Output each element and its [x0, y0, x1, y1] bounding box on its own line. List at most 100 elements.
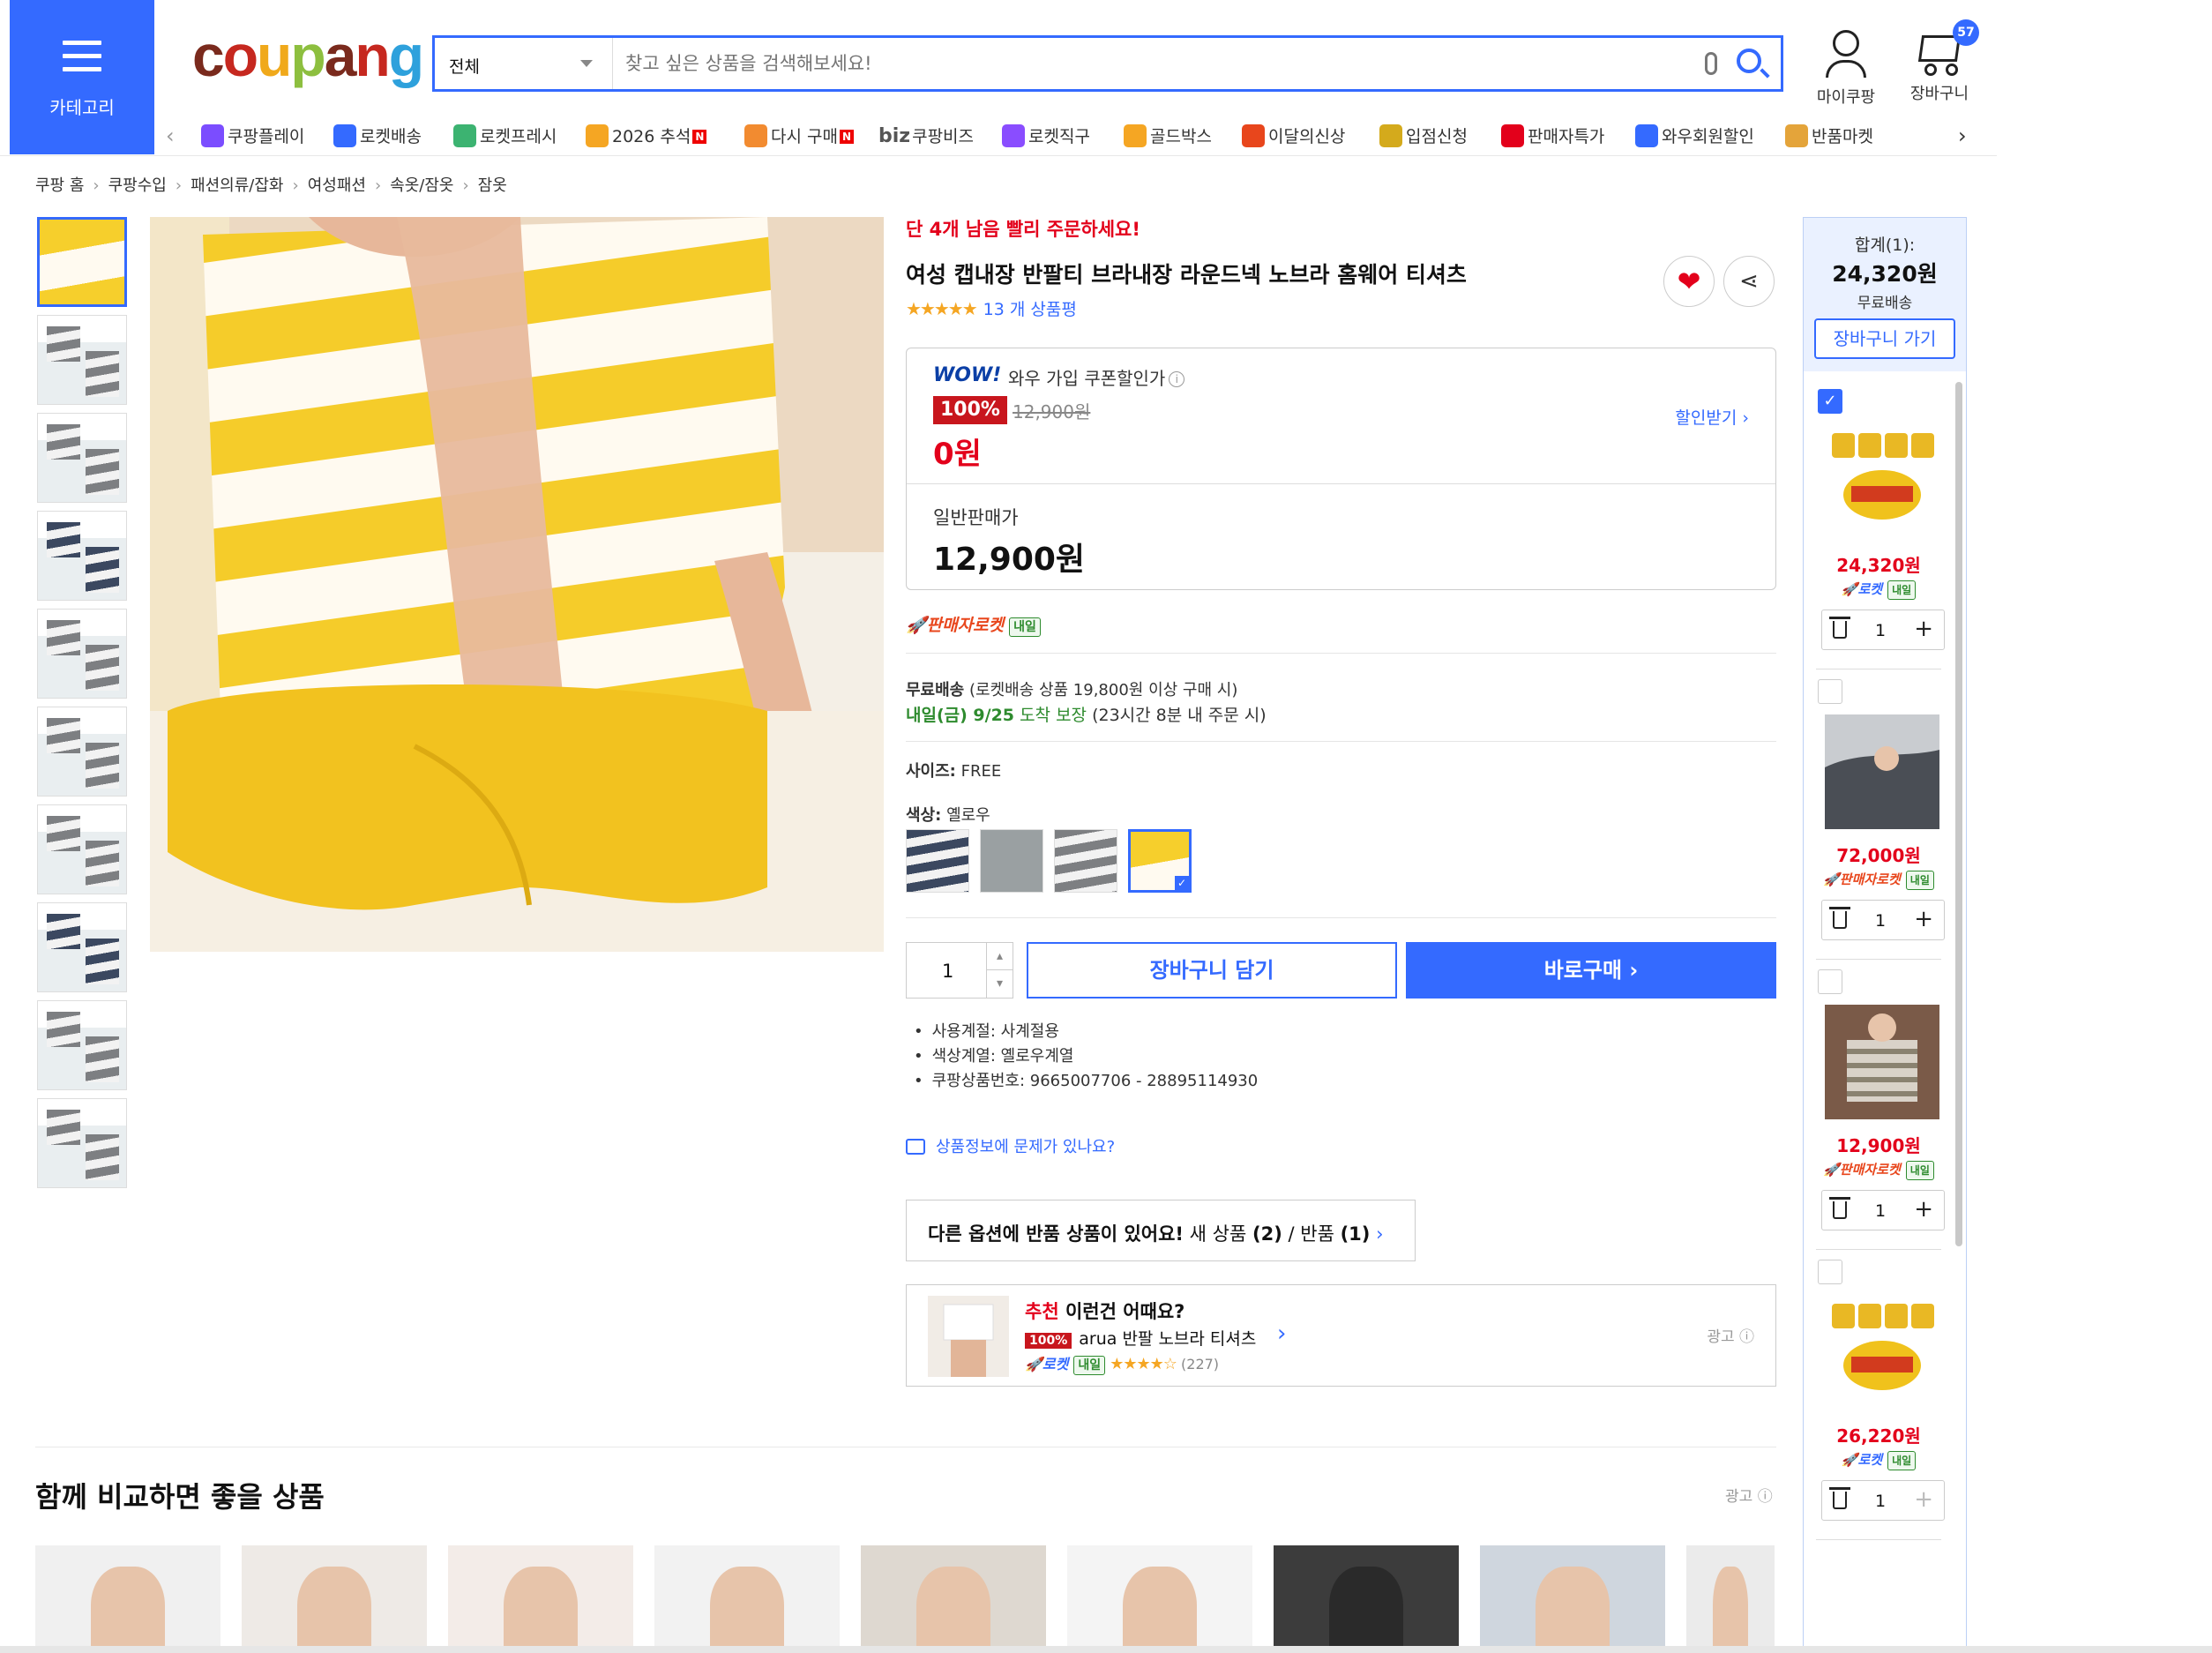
search-icon[interactable] — [1737, 49, 1761, 73]
plus-icon[interactable]: + — [1914, 616, 1933, 642]
compare-product-image[interactable] — [242, 1545, 427, 1653]
cart-item-image[interactable] — [1825, 1005, 1939, 1119]
color-swatch[interactable] — [906, 829, 969, 893]
my-coupang-button[interactable]: 마이쿠팡 — [1812, 30, 1880, 109]
item-checkbox[interactable] — [1818, 679, 1842, 704]
breadcrumb-item[interactable]: 잠옷 — [478, 176, 507, 195]
trash-icon[interactable] — [1829, 617, 1850, 639]
thumbnail[interactable] — [37, 609, 127, 699]
chevron-right-icon[interactable]: › — [1277, 1320, 1286, 1347]
item-checkbox[interactable] — [1818, 1260, 1842, 1284]
nav-item[interactable]: 골드박스 — [1124, 123, 1212, 147]
compare-product-image[interactable] — [861, 1545, 1046, 1653]
compare-product-image[interactable] — [654, 1545, 840, 1653]
cart-quantity-stepper[interactable]: 1 + — [1821, 1190, 1945, 1230]
thumbnail[interactable] — [37, 413, 127, 503]
thumbnail[interactable] — [37, 1098, 127, 1188]
report-issue-link[interactable]: 상품정보에 문제가 있나요? — [906, 1134, 1115, 1157]
other-option-return-link[interactable]: 다른 옵션에 반품 상품이 있어요! 새 상품 (2) / 반품 (1) › — [906, 1200, 1416, 1261]
cart-quantity-stepper[interactable]: 1 + — [1821, 1480, 1945, 1521]
nav-item[interactable]: 로켓배송 — [333, 123, 422, 147]
info-icon[interactable]: i — [1169, 371, 1185, 387]
search-input[interactable] — [625, 49, 1684, 79]
plus-icon[interactable]: + — [1914, 906, 1933, 932]
nav-item[interactable]: 다시 구매 N — [744, 123, 854, 147]
breadcrumb-item[interactable]: 여성패션 — [308, 176, 366, 195]
cart-quantity-stepper[interactable]: 1 + — [1821, 610, 1945, 650]
cart-item-image[interactable] — [1825, 1295, 1939, 1410]
nav-item[interactable]: 로켓프레시 — [453, 123, 557, 147]
trash-icon[interactable] — [1829, 1197, 1850, 1219]
cart-item-price: 72,000원 — [1836, 845, 1921, 866]
scrollbar[interactable] — [1955, 382, 1962, 1246]
chevron-up-icon[interactable]: ▴ — [986, 943, 1013, 970]
compare-product-image[interactable] — [1686, 1545, 1775, 1653]
plus-icon[interactable]: + — [1914, 1196, 1933, 1223]
compare-product-image[interactable] — [35, 1545, 220, 1653]
compare-section-title: 함께 비교하면 좋을 상품 — [35, 1480, 325, 1514]
rocket-badge: 🚀로켓 내일 — [1804, 1450, 1954, 1470]
item-checkbox[interactable] — [1818, 969, 1842, 994]
recommend-box[interactable]: 추천 이런건 어때요? 100% arua 반팔 노브라 티셔츠 › 🚀로켓 내일 … — [906, 1284, 1776, 1387]
nav-item[interactable]: 쿠팡플레이 — [201, 123, 304, 147]
compare-product-image[interactable] — [448, 1545, 633, 1653]
recommend-image[interactable] — [928, 1296, 1009, 1377]
recommend-meta: 🚀로켓 내일 ★★★★☆ (227) — [1025, 1355, 1220, 1375]
item-checkbox[interactable]: ✓ — [1818, 389, 1842, 414]
thumbnail[interactable] — [37, 315, 127, 405]
ad-label[interactable]: 광고 ⓘ — [1725, 1484, 1773, 1506]
thumbnail[interactable] — [37, 1000, 127, 1090]
breadcrumb-item[interactable]: 쿠팡 홈 — [35, 176, 84, 195]
plus-icon[interactable]: + — [1914, 1486, 1933, 1513]
thumbnail[interactable] — [37, 217, 127, 307]
share-icon[interactable]: ⋖ — [1723, 256, 1775, 307]
rating-link[interactable]: ★★★★★ 13 개 상품평 — [906, 296, 1077, 320]
cart-item-image[interactable] — [1825, 714, 1939, 829]
chevron-down-icon[interactable]: ▾ — [986, 970, 1013, 998]
recommend-product-name[interactable]: 100% arua 반팔 노브라 티셔츠 — [1025, 1326, 1256, 1350]
main-product-image[interactable] — [150, 217, 884, 952]
go-to-cart-button[interactable]: 장바구니 가기 — [1814, 318, 1955, 359]
ad-label[interactable]: 광고 ⓘ — [1707, 1324, 1754, 1346]
quantity-stepper[interactable]: 1 ▴ ▾ — [906, 942, 1013, 999]
nav-item[interactable]: 2026 추석 N — [586, 123, 707, 147]
trash-icon[interactable] — [1829, 1487, 1850, 1509]
compare-product-image[interactable] — [1067, 1545, 1252, 1653]
cart-item-image[interactable] — [1825, 424, 1939, 539]
color-swatch[interactable] — [1054, 829, 1117, 893]
nav-item[interactable]: 와우회원할인 — [1635, 123, 1754, 147]
breadcrumb-item[interactable]: 패션의류/잡화 — [191, 176, 283, 195]
thumbnail[interactable] — [37, 707, 127, 797]
coupang-logo[interactable]: coupang — [192, 25, 424, 86]
trash-icon[interactable] — [1829, 907, 1850, 929]
buy-now-button[interactable]: 바로구매 › — [1406, 942, 1776, 999]
nav-item[interactable]: biz 쿠팡비즈 — [878, 123, 974, 147]
chevron-right-icon[interactable]: › — [1958, 123, 1967, 148]
thumbnail[interactable] — [37, 804, 127, 894]
color-swatch[interactable] — [980, 829, 1043, 893]
check-icon: ✓ — [1175, 876, 1189, 890]
search-scope-select[interactable]: 전체 — [435, 38, 613, 89]
heart-icon[interactable]: ❤ — [1663, 256, 1715, 307]
nav-item[interactable]: 입점신청 — [1379, 123, 1468, 147]
microphone-icon[interactable] — [1705, 52, 1717, 75]
add-to-cart-button[interactable]: 장바구니 담기 — [1027, 942, 1397, 999]
color-swatch-selected[interactable]: ✓ — [1128, 829, 1192, 893]
category-menu-button[interactable]: 카테고리 — [10, 0, 154, 154]
nav-item[interactable]: 반품마켓 — [1785, 123, 1873, 147]
cart-item-price: 12,900원 — [1836, 1135, 1921, 1156]
breadcrumb-item[interactable]: 속옷/잠옷 — [390, 176, 453, 195]
compare-product-image[interactable] — [1480, 1545, 1665, 1653]
thumbnail[interactable] — [37, 902, 127, 992]
chevron-left-icon[interactable]: ‹ — [166, 123, 175, 148]
rocket-icon: 🚀 — [1841, 1452, 1858, 1468]
nav-item[interactable]: 로켓직구 — [1002, 123, 1090, 147]
breadcrumb-item[interactable]: 쿠팡수입 — [108, 176, 167, 195]
nav-item[interactable]: 이달의신상 — [1242, 123, 1345, 147]
cart-quantity-stepper[interactable]: 1 + — [1821, 900, 1945, 940]
normal-price: 12,900원 — [933, 542, 1086, 578]
compare-product-image[interactable] — [1274, 1545, 1459, 1653]
nav-item[interactable]: 판매자특가 — [1501, 123, 1604, 147]
thumbnail[interactable] — [37, 511, 127, 601]
get-coupon-link[interactable]: 할인받기 › — [1675, 405, 1749, 429]
